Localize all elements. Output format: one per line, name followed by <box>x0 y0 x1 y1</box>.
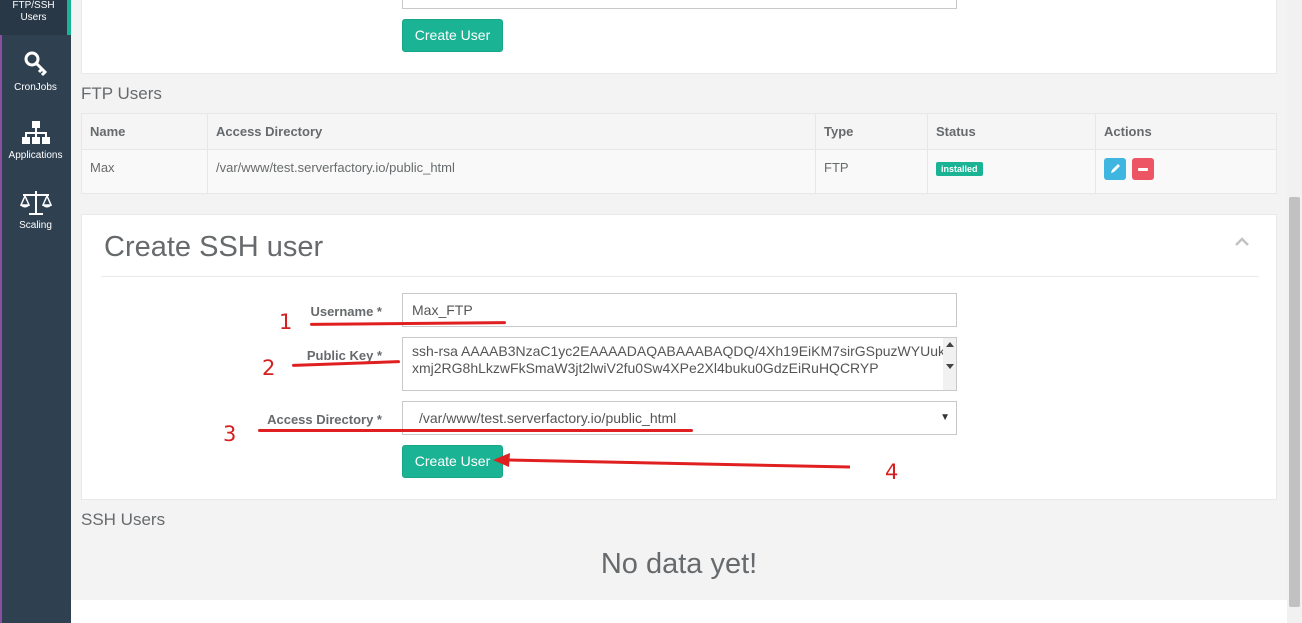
sidebar-item-label: Applications <box>8 150 63 161</box>
panel-divider <box>101 276 1259 277</box>
annotation-number-2: 2 <box>262 356 276 380</box>
column-header-type: Type <box>815 113 928 150</box>
access-directory-value: /var/www/test.serverfactory.io/public_ht… <box>419 410 677 426</box>
column-header-actions: Actions <box>1095 113 1277 150</box>
sidebar: FTP/SSH Users CronJobs Applications Scal… <box>0 0 71 623</box>
annotation-number-3: 3 <box>223 422 237 446</box>
cell-name: Max <box>81 149 208 194</box>
cell-actions <box>1095 149 1277 194</box>
column-header-name: Name <box>81 113 208 150</box>
chevron-up-icon[interactable] <box>1235 237 1249 247</box>
public-key-textarea[interactable]: ssh-rsa AAAAB3NzaC1yc2EAAAADAQABAAABAQDQ… <box>402 337 957 391</box>
create-ssh-user-button[interactable]: Create User <box>402 445 503 478</box>
cell-type: FTP <box>815 149 928 194</box>
scrollbar-thumb[interactable] <box>1289 197 1300 607</box>
sidebar-item-label: FTP/SSH <box>12 0 55 11</box>
sitemap-icon <box>21 121 50 144</box>
annotation-arrow <box>493 453 851 469</box>
status-badge: installed <box>936 162 983 176</box>
balance-scale-icon <box>19 191 52 215</box>
sidebar-item-applications[interactable]: Applications <box>0 120 71 162</box>
column-header-access-directory: Access Directory <box>207 113 816 150</box>
main-content: Create User FTP Users Name Access Direct… <box>71 0 1287 623</box>
dropdown-arrow-icon: ▼ <box>940 412 950 423</box>
sidebar-item-cronjobs[interactable]: CronJobs <box>0 50 71 94</box>
sidebar-item-scaling[interactable]: Scaling <box>0 190 71 232</box>
empty-state-text: No data yet! <box>600 548 758 580</box>
sidebar-item-label: CronJobs <box>14 82 57 93</box>
ftp-users-table: Name Access Directory Type Status Action… <box>81 113 1277 194</box>
access-directory-label: Access Directory * <box>267 412 382 427</box>
panel-title: Create SSH user <box>104 231 324 263</box>
create-ftp-user-panel: Create User <box>81 0 1277 74</box>
sidebar-item-label: Users <box>20 12 47 23</box>
column-header-status: Status <box>927 113 1096 150</box>
ssh-users-title: SSH Users <box>81 510 166 529</box>
annotation-number-1: 1 <box>279 310 293 334</box>
public-key-label: Public Key * <box>306 348 382 363</box>
page-scrollbar[interactable] <box>1287 0 1302 623</box>
annotation-number-4: 4 <box>885 460 899 484</box>
textarea-scrollbar[interactable] <box>943 338 956 390</box>
sidebar-item-label: Scaling <box>19 220 52 231</box>
public-key-value: ssh-rsa AAAAB3NzaC1yc2EAAAADAQABAAABAQDQ… <box>412 343 945 376</box>
sidebar-item-ftp-ssh-users[interactable]: FTP/SSH Users <box>0 0 71 35</box>
footer-strip <box>71 600 1287 623</box>
pencil-icon <box>1111 164 1120 173</box>
cell-status: installed <box>927 149 1096 194</box>
annotation-underline-3 <box>258 429 693 432</box>
table-row: Max /var/www/test.serverfactory.io/publi… <box>81 149 1277 194</box>
create-ftp-user-button[interactable]: Create User <box>402 19 503 52</box>
key-icon <box>24 51 47 77</box>
cell-directory: /var/www/test.serverfactory.io/public_ht… <box>207 149 816 194</box>
table-header-row: Name Access Directory Type Status Action… <box>81 113 1277 150</box>
delete-button[interactable] <box>1132 158 1154 180</box>
ftp-users-title: FTP Users <box>81 84 162 103</box>
edit-button[interactable] <box>1104 158 1126 180</box>
ftp-form-input[interactable] <box>402 0 957 9</box>
